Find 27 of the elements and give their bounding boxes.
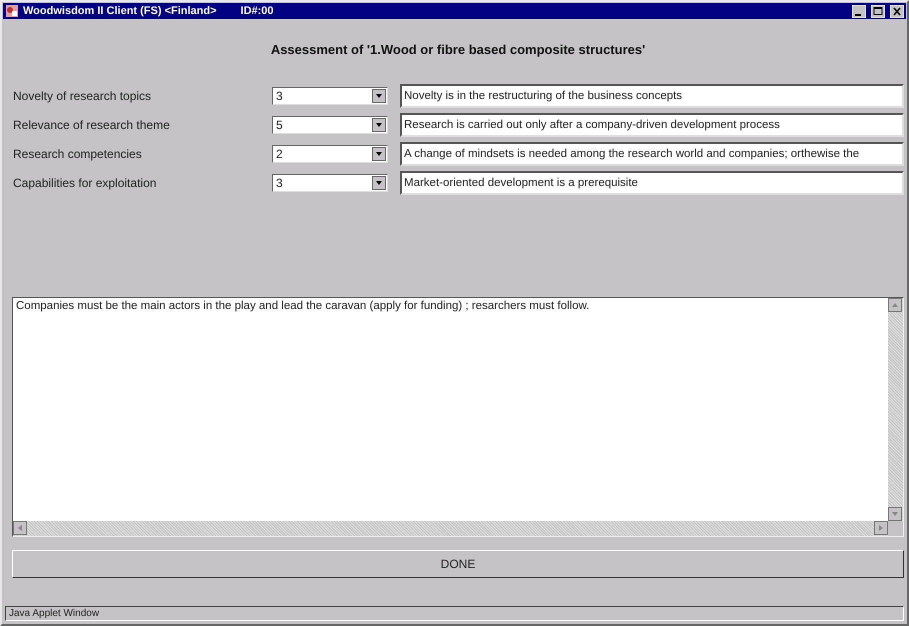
criterion-label: Capabilities for exploitation (12, 176, 158, 190)
scroll-right-icon[interactable] (874, 521, 888, 535)
vertical-scrollbar[interactable] (888, 298, 903, 521)
horizontal-scrollbar[interactable] (13, 521, 888, 536)
score-dropdown[interactable]: 5 (272, 116, 388, 134)
criterion-label: Novelty of research topics (12, 89, 152, 103)
score-dropdown[interactable]: 2 (272, 145, 388, 163)
comment-field[interactable]: Market-oriented development is a prerequisite (400, 171, 904, 195)
criterion-label: Relevance of research theme (12, 118, 171, 132)
criterion-label: Research competencies (12, 147, 143, 161)
maximize-icon[interactable] (871, 4, 885, 18)
comment-field[interactable]: A change of mindsets is needed among the research world and companies; orthewise the (400, 142, 904, 166)
scroll-left-icon[interactable] (13, 521, 27, 535)
done-button[interactable]: DONE (12, 550, 904, 578)
comment-field[interactable]: Novelty is in the restructuring of the business concepts (400, 84, 904, 108)
app-icon (5, 4, 19, 18)
scroll-down-icon[interactable] (888, 507, 902, 521)
status-bar: Java Applet Window (5, 606, 904, 621)
window-title: Woodwisdom II Client (FS) <Finland> (23, 5, 217, 17)
comment-field[interactable]: Research is carried out only after a company-driven development process (400, 113, 904, 137)
score-dropdown[interactable]: 3 (272, 174, 388, 192)
id-label: ID#:00 (240, 5, 274, 17)
minimize-icon[interactable] (852, 4, 866, 18)
assessment-heading: Assessment of '1.Wood or fibre based composite structures' (270, 42, 646, 59)
scroll-up-icon[interactable] (888, 298, 902, 312)
score-dropdown[interactable]: 3 (272, 87, 388, 105)
close-icon[interactable] (890, 4, 904, 18)
